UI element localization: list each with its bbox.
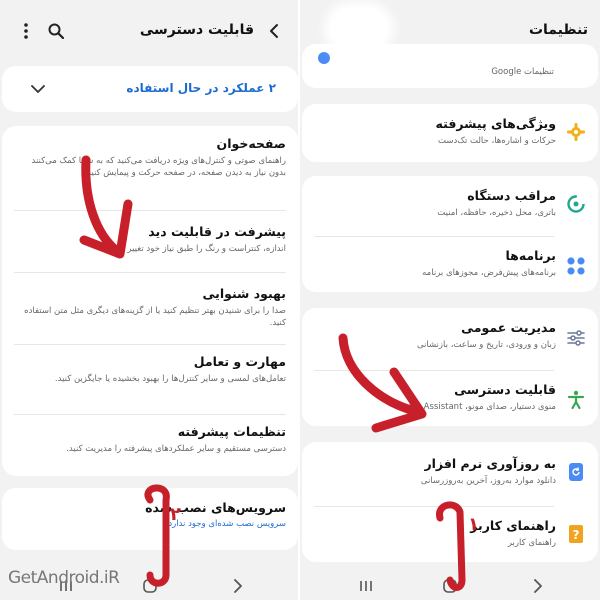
item-subtitle: صدا را برای شنیدن بهتر تنظیم کنید یا از … [24, 306, 286, 328]
accessibility-screen: قابلیت دسترسی ۲ عملکرد در حال استفاده صف… [0, 0, 300, 600]
item-subtitle: باتری، محل ذخیره، حافظه، امنیت [437, 208, 556, 218]
item-subtitle: منوی دستیار، صدای مونو، Voice Assistant [398, 402, 556, 412]
item-title: بهبود شنوایی [202, 286, 286, 301]
divider [314, 236, 554, 237]
accessibility-person-icon [566, 390, 586, 410]
back-icon[interactable] [228, 576, 248, 596]
item-title: مدیریت عمومی [461, 320, 556, 335]
item-subtitle: تنظیمات Google [491, 67, 554, 77]
item-title: پیشرفت در قابلیت دید [148, 224, 286, 239]
item-subtitle: دسترسی مستقیم و سایر عملکردهای پیشرفته ر… [66, 444, 286, 454]
item-title: صفحه‌خوان [216, 136, 286, 151]
google-icon [314, 50, 334, 70]
chevron-down-icon[interactable] [28, 79, 48, 99]
blurred-region [330, 8, 388, 50]
accessibility-header: قابلیت دسترسی [0, 0, 300, 62]
item-title: مراقب دستگاه [467, 188, 556, 203]
divider [314, 370, 554, 371]
home-icon[interactable] [140, 576, 160, 596]
update-manual-card: به روزآوری نرم افزار دانلود موارد به‌روز… [302, 442, 598, 562]
list-item-apps[interactable]: برنامه‌ها برنامه‌های پیش‌فرض، مجوزهای بر… [312, 248, 556, 279]
advanced-features-card[interactable]: ویژگی‌های پیشرفته حرکات و اشاره‌ها، حالت… [302, 104, 598, 162]
back-arrow-icon[interactable] [264, 21, 284, 41]
apps-icon [566, 256, 586, 276]
divider [14, 210, 286, 211]
general-accessibility-card: مدیریت عمومی زبان و ورودی، تاریخ و ساعت،… [302, 308, 598, 426]
divider [14, 414, 286, 415]
page-title: قابلیت دسترسی [139, 22, 254, 38]
item-title: قابلیت دسترسی [454, 382, 556, 397]
back-icon[interactable] [528, 576, 548, 596]
item-subtitle: زبان و ورودی، تاریخ و ساعت، بازنشانی [416, 340, 556, 350]
advanced-features-icon [566, 122, 586, 142]
list-item-dexterity[interactable]: مهارت و تعامل تعامل‌های لمسی و سایر کنتر… [12, 354, 286, 385]
item-subtitle: راهنمای صوتی و کنترل‌های ویژه دریافت می‌… [31, 156, 286, 178]
installed-services-card[interactable]: سرویس‌های نصب شده سرویس نصب شده‌ای وجود … [2, 488, 298, 550]
svg-text:?: ? [573, 528, 580, 542]
divider [314, 506, 554, 507]
sliders-icon [566, 328, 586, 348]
item-subtitle: حرکات و اشاره‌ها، حالت تک‌دست [438, 136, 556, 146]
home-icon[interactable] [440, 576, 460, 596]
item-subtitle: برنامه‌های پیش‌فرض، مجوزهای برنامه [422, 268, 556, 278]
item-subtitle: اندازه، کنتراست و رنگ را طبق نیاز خود تغ… [106, 244, 286, 254]
item-title: تنظیمات پیشرفته [177, 424, 286, 439]
item-title: به روزآوری نرم افزار [424, 456, 556, 471]
watermark: GetAndroid.iR [8, 568, 120, 588]
navigation-bar [300, 572, 600, 600]
device-apps-card: مراقب دستگاه باتری، محل ذخیره، حافظه، ام… [302, 176, 598, 292]
more-options-icon[interactable] [16, 21, 36, 41]
accessibility-categories-card: صفحه‌خوان راهنمای صوتی و کنترل‌های ویژه … [2, 126, 298, 476]
list-item-advanced-settings[interactable]: تنظیمات پیشرفته دسترسی مستقیم و سایر عمل… [12, 424, 286, 455]
search-icon[interactable] [46, 21, 66, 41]
functions-in-use-text: ۲ عملکرد در حال استفاده [126, 81, 276, 95]
list-item-hearing[interactable]: بهبود شنوایی صدا را برای شنیدن بهتر تنظی… [12, 286, 286, 329]
list-item-google[interactable]: تنظیمات Google [312, 62, 554, 78]
functions-in-use-card[interactable]: ۲ عملکرد در حال استفاده [2, 66, 298, 112]
divider [14, 344, 286, 345]
divider [14, 272, 286, 273]
user-manual-icon: ? [566, 524, 586, 544]
list-item-user-manual[interactable]: راهنمای کاربر راهنمای کاربر [312, 518, 556, 549]
list-item-installed-services[interactable]: سرویس‌های نصب شده سرویس نصب شده‌ای وجود … [12, 500, 286, 529]
item-title: ویژگی‌های پیشرفته [435, 116, 556, 131]
item-subtitle: تعامل‌های لمسی و سایر کنترل‌ها را بهبود … [54, 374, 286, 384]
list-item-general-management[interactable]: مدیریت عمومی زبان و ورودی، تاریخ و ساعت،… [312, 320, 556, 351]
item-subtitle: راهنمای کاربر [507, 538, 556, 548]
page-title: تنظیمات [528, 22, 588, 38]
item-subtitle: سرویس نصب شده‌ای وجود ندارد [168, 519, 286, 529]
list-item-visibility[interactable]: پیشرفت در قابلیت دید اندازه، کنتراست و ر… [12, 224, 286, 255]
item-title: راهنمای کاربر [470, 518, 556, 533]
item-title: سرویس‌های نصب شده [145, 500, 286, 515]
device-care-icon [566, 194, 586, 214]
item-title: مهارت و تعامل [193, 354, 286, 369]
recent-apps-icon[interactable] [356, 576, 376, 596]
list-item-advanced-features[interactable]: ویژگی‌های پیشرفته حرکات و اشاره‌ها، حالت… [312, 116, 556, 147]
item-subtitle: دانلود موارد به‌روز، آخرین به‌روزرسانی [420, 476, 556, 486]
list-item-accessibility[interactable]: قابلیت دسترسی منوی دستیار، صدای مونو، Vo… [312, 382, 556, 413]
list-item-screen-reader[interactable]: صفحه‌خوان راهنمای صوتی و کنترل‌های ویژه … [12, 136, 286, 179]
list-item-software-update[interactable]: به روزآوری نرم افزار دانلود موارد به‌روز… [312, 456, 556, 487]
google-card[interactable]: تنظیمات Google [302, 44, 598, 88]
item-title: برنامه‌ها [505, 248, 556, 263]
software-update-icon [566, 462, 586, 482]
settings-screen: تنظیمات تنظیمات Google ویژگی‌های پیشرفته… [300, 0, 600, 600]
list-item-device-care[interactable]: مراقب دستگاه باتری، محل ذخیره، حافظه، ام… [312, 188, 556, 219]
